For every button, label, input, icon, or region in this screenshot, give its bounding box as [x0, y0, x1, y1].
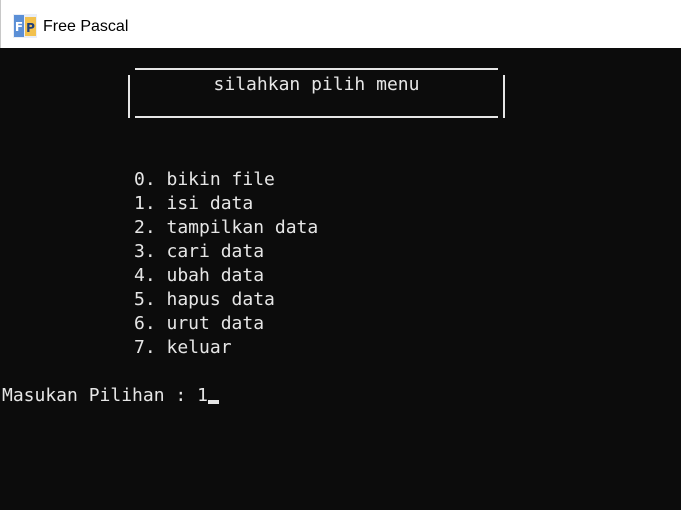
- title-bar[interactable]: F P Free Pascal: [0, 0, 681, 48]
- free-pascal-app-icon[interactable]: F P: [13, 14, 37, 38]
- prompt-label: Masukan Pilihan :: [2, 385, 198, 406]
- input-prompt-line[interactable]: Masukan Pilihan : 1: [2, 384, 219, 408]
- menu-header-box: silahkan pilih menu: [128, 68, 505, 119]
- box-bottom-border: [135, 116, 498, 118]
- menu-item: 5. hapus data: [134, 289, 275, 310]
- svg-text:P: P: [26, 21, 35, 35]
- free-pascal-window: F P Free Pascal silahkan pilih menu 0. b…: [0, 0, 681, 510]
- box-top-border: [135, 68, 498, 70]
- menu-item: 2. tampilkan data: [134, 217, 319, 238]
- text-cursor: [207, 400, 219, 404]
- menu-header-title: silahkan pilih menu: [213, 74, 420, 95]
- svg-text:F: F: [15, 20, 23, 34]
- console-output[interactable]: silahkan pilih menu 0. bikin file 1. isi…: [0, 48, 681, 510]
- menu-item: 7. keluar: [134, 337, 232, 358]
- menu-item: 4. ubah data: [134, 265, 265, 286]
- typed-input[interactable]: 1: [197, 385, 208, 406]
- menu-item: 0. bikin file: [134, 169, 275, 190]
- menu-item: 6. urut data: [134, 313, 265, 334]
- window-title: Free Pascal: [43, 18, 129, 35]
- menu-item: 1. isi data: [134, 193, 254, 214]
- menu-list: 0. bikin file 1. isi data 2. tampilkan d…: [134, 168, 318, 360]
- menu-item: 3. cari data: [134, 241, 265, 262]
